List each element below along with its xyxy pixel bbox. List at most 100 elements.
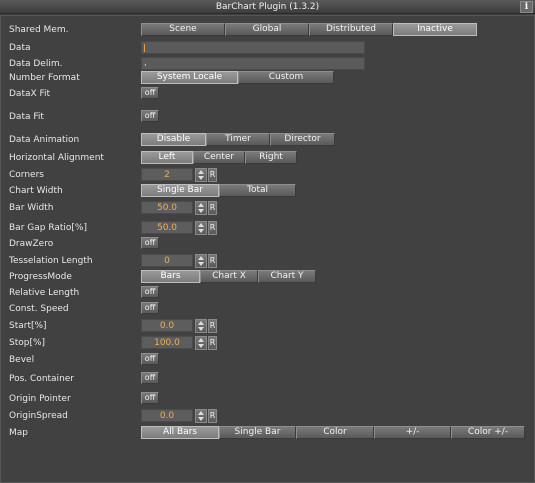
data-delim-input[interactable]: , [141,57,365,70]
tesselation-length-spinner[interactable] [195,254,207,268]
const-speed-toggle[interactable]: off [141,302,159,314]
origin-spread-spinner[interactable] [195,409,207,423]
spin-down-icon[interactable] [198,209,204,213]
data-animation-timer-button[interactable]: Timer [206,133,270,146]
info-icon[interactable]: i [520,1,533,13]
row-datax-fit: DataX Fit off [1,87,535,101]
alignment-center-button[interactable]: Center [193,151,245,164]
spin-down-icon[interactable] [198,327,204,331]
row-data-delim: Data Delim. , [1,57,535,71]
alignment-right-button[interactable]: Right [245,151,297,164]
chart-width-total-button[interactable]: Total [219,184,296,197]
progress-mode-bars-button[interactable]: Bars [141,270,200,283]
shared-mem-scene-button[interactable]: Scene [141,23,225,36]
row-bar-gap-ratio: Bar Gap Ratio[%] 50.0 R [1,221,535,235]
label-relative-length: Relative Length [9,288,80,298]
window-title: BarChart Plugin (1.3.2) [215,2,320,12]
shared-mem-distributed-button[interactable]: Distributed [309,23,393,36]
bevel-toggle[interactable]: off [141,353,159,365]
spin-down-icon[interactable] [198,176,204,180]
row-bevel: Bevel off [1,353,535,367]
tesselation-length-reset-button[interactable]: R [208,254,217,268]
map-all-bars-button[interactable]: All Bars [141,426,219,439]
spin-up-icon[interactable] [198,338,204,342]
number-format-custom-button[interactable]: Custom [238,71,334,84]
data-input[interactable] [141,41,365,54]
progress-mode-chart-x-button[interactable]: Chart X [200,270,258,283]
map-plus-minus-button[interactable]: +/- [374,426,451,439]
label-bevel: Bevel [9,355,35,365]
stop-value-field[interactable]: 100.0 [141,336,193,349]
bar-gap-ratio-value-field[interactable]: 50.0 [141,221,193,234]
origin-spread-value-field[interactable]: 0.0 [141,409,193,422]
row-data: Data [1,41,535,55]
row-data-animation: Data Animation Disable Timer Director [1,133,535,147]
text-caret [144,44,145,52]
bar-width-spinner[interactable] [195,201,207,215]
row-data-fit: Data Fit off [1,110,535,124]
row-const-speed: Const. Speed off [1,302,535,316]
progress-mode-chart-y-button[interactable]: Chart Y [258,270,316,283]
row-start: Start[%] 0.0 R [1,319,535,333]
label-origin-pointer: Origin Pointer [9,394,71,404]
row-shared-mem: Shared Mem. Scene Global Distributed Ina… [1,23,535,37]
spin-up-icon[interactable] [198,321,204,325]
pos-container-toggle[interactable]: off [141,372,159,384]
label-bar-width: Bar Width [9,203,54,213]
number-format-system-locale-button[interactable]: System Locale [141,71,238,84]
corners-value-field[interactable]: 2 [141,168,193,181]
label-tesselation-length: Tesselation Length [9,256,93,266]
row-relative-length: Relative Length off [1,286,535,300]
data-animation-director-button[interactable]: Director [270,133,335,146]
spin-up-icon[interactable] [198,411,204,415]
data-fit-toggle[interactable]: off [141,110,159,122]
label-stop: Stop[%] [9,338,46,348]
label-origin-spread: OriginSpread [9,411,68,421]
start-reset-button[interactable]: R [208,319,217,333]
bar-width-value-field[interactable]: 50.0 [141,201,193,214]
spin-down-icon[interactable] [198,262,204,266]
datax-fit-toggle[interactable]: off [141,87,159,99]
row-draw-zero: DrawZero off [1,237,535,251]
data-animation-disable-button[interactable]: Disable [141,133,206,146]
map-color-button[interactable]: Color [296,426,374,439]
spin-down-icon[interactable] [198,417,204,421]
stop-reset-button[interactable]: R [208,336,217,350]
label-data-fit: Data Fit [9,112,44,122]
origin-spread-reset-button[interactable]: R [208,409,217,423]
spin-up-icon[interactable] [198,203,204,207]
row-progress-mode: ProgressMode Bars Chart X Chart Y [1,270,535,284]
relative-length-toggle[interactable]: off [141,286,159,298]
label-corners: Corners [9,170,44,180]
spin-up-icon[interactable] [198,170,204,174]
tesselation-length-value-field[interactable]: 0 [141,254,193,267]
map-color-plus-minus-button[interactable]: Color +/- [451,426,525,439]
spin-down-icon[interactable] [198,229,204,233]
draw-zero-toggle[interactable]: off [141,237,159,249]
origin-pointer-toggle[interactable]: off [141,392,159,404]
map-single-bar-button[interactable]: Single Bar [219,426,296,439]
bar-gap-ratio-spinner[interactable] [195,221,207,235]
row-horizontal-alignment: Horizontal Alignment Left Center Right [1,151,535,165]
label-datax-fit: DataX Fit [9,89,51,99]
row-map: Map All Bars Single Bar Color +/- Color … [1,426,535,440]
window-titlebar: BarChart Plugin (1.3.2) i [0,0,535,14]
shared-mem-global-button[interactable]: Global [225,23,309,36]
corners-reset-button[interactable]: R [208,168,217,182]
chart-width-single-bar-button[interactable]: Single Bar [141,184,219,197]
bar-width-reset-button[interactable]: R [208,201,217,215]
stop-spinner[interactable] [195,336,207,350]
row-bar-width: Bar Width 50.0 R [1,201,535,215]
label-const-speed: Const. Speed [9,304,69,314]
row-origin-spread: OriginSpread 0.0 R [1,409,535,423]
start-spinner[interactable] [195,319,207,333]
bar-gap-ratio-reset-button[interactable]: R [208,221,217,235]
spin-up-icon[interactable] [198,223,204,227]
alignment-left-button[interactable]: Left [141,151,193,164]
spin-down-icon[interactable] [198,344,204,348]
start-value-field[interactable]: 0.0 [141,319,193,332]
row-chart-width: Chart Width Single Bar Total [1,184,535,198]
spin-up-icon[interactable] [198,256,204,260]
shared-mem-inactive-button[interactable]: Inactive [393,23,477,36]
corners-spinner[interactable] [195,168,207,182]
